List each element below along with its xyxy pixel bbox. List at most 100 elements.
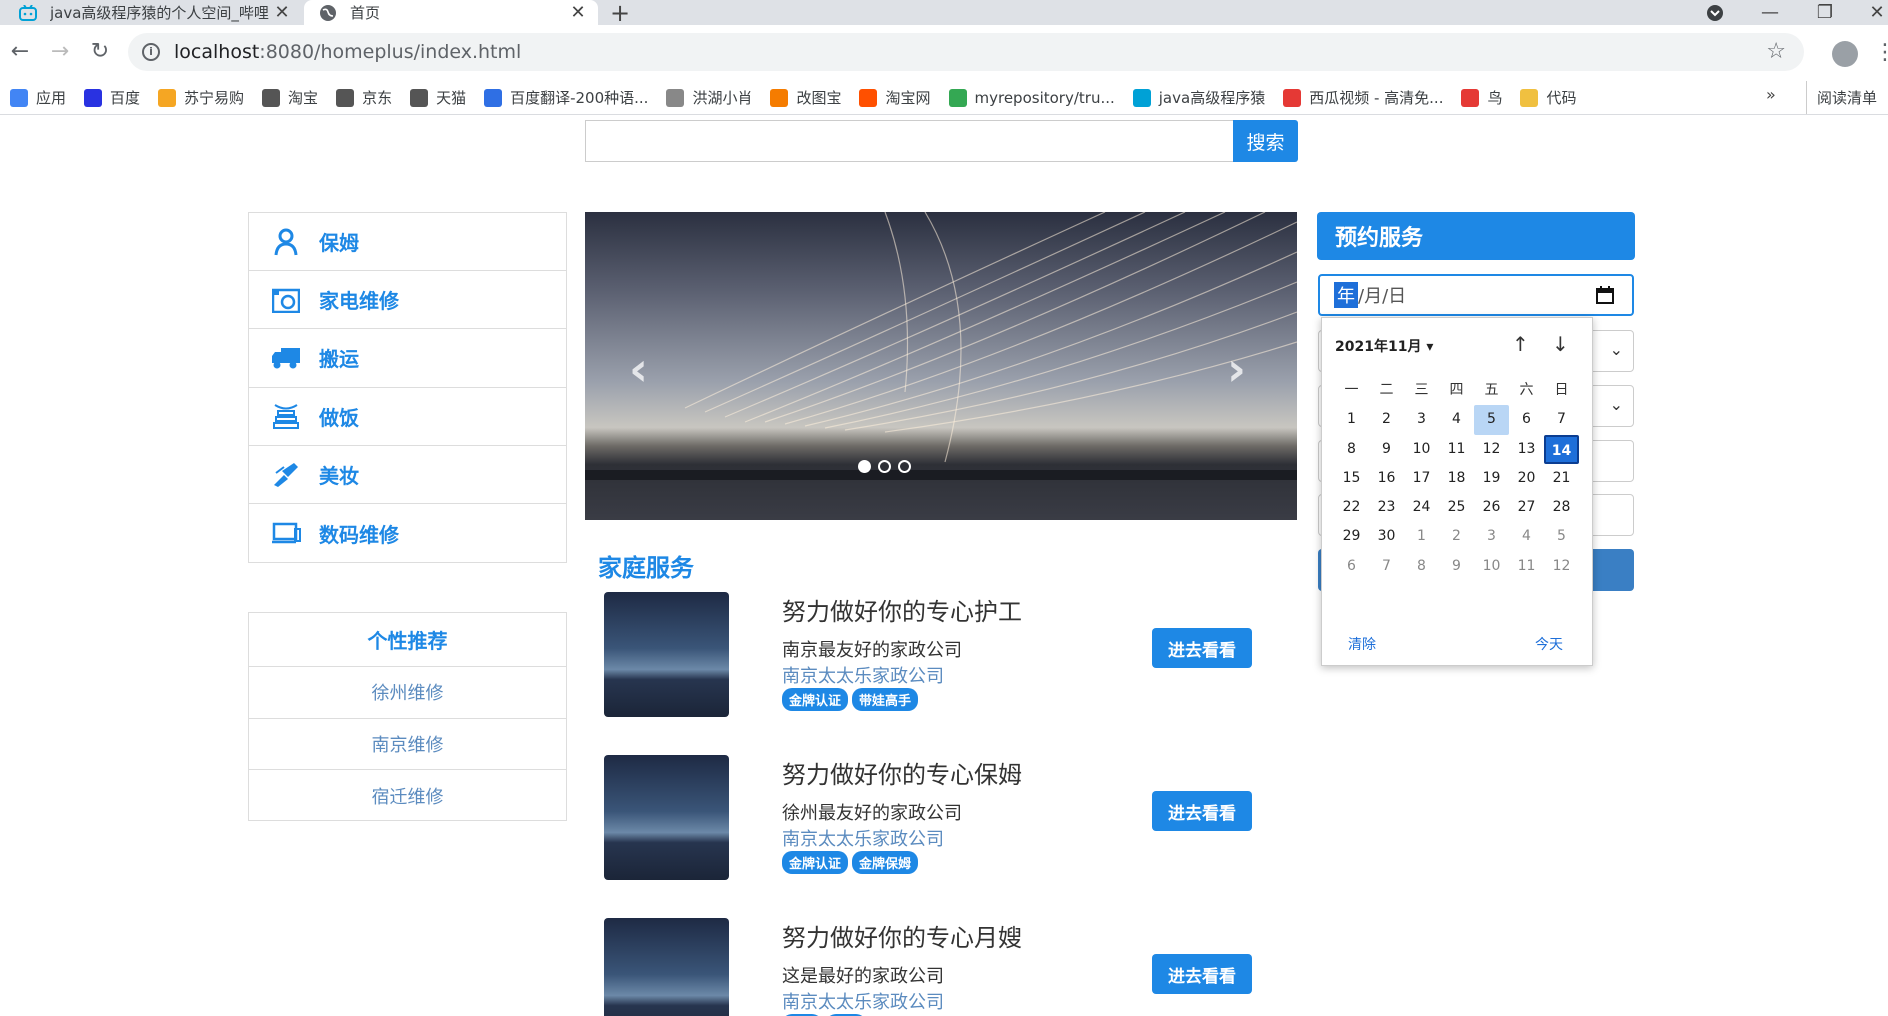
forward-icon[interactable]: → [46,39,74,64]
bookmark-item[interactable]: 改图宝 [770,87,841,108]
calendar-day[interactable]: 12 [1544,552,1579,581]
carousel-prev-icon[interactable]: ‹ [629,342,648,396]
profile-avatar[interactable] [1832,41,1858,67]
arrow-up-icon[interactable]: ↑ [1512,332,1529,356]
calendar-day[interactable]: 10 [1474,552,1509,581]
menu-icon[interactable]: ⋮ [1874,40,1888,65]
recommend-item[interactable]: 徐州维修 [249,667,566,719]
bookmark-item[interactable]: 代码 [1520,87,1577,108]
calendar-day[interactable]: 2 [1369,405,1404,434]
bookmark-item[interactable]: 百度 [84,87,140,108]
bookmark-item[interactable]: myrepository/tru... [948,88,1115,107]
close-icon[interactable]: ✕ [270,2,294,23]
carousel-dot[interactable] [898,460,911,473]
calendar-day[interactable]: 29 [1334,522,1369,551]
carousel-dot[interactable] [878,460,891,473]
window-close-icon[interactable]: ✕ [1862,0,1888,25]
calendar-day[interactable]: 13 [1509,435,1544,464]
category-item-makeup[interactable]: 美妆 [249,446,566,504]
calendar-day[interactable]: 18 [1439,464,1474,493]
bookmark-item[interactable]: 淘宝 [262,87,318,108]
date-input[interactable]: 年/月/日 [1318,274,1634,316]
month-selector[interactable]: 2021年11月 ▾ [1335,336,1433,356]
service-title[interactable]: 努力做好你的专心月嫂 [782,918,1022,953]
calendar-day[interactable]: 25 [1439,493,1474,522]
calendar-day[interactable]: 17 [1404,464,1439,493]
bookmark-item[interactable]: 京东 [336,87,392,108]
calendar-day[interactable]: 12 [1474,435,1509,464]
calendar-day[interactable]: 26 [1474,493,1509,522]
view-button[interactable]: 进去看看 [1152,954,1252,994]
reload-icon[interactable]: ↻ [86,39,114,64]
calendar-day[interactable]: 7 [1369,552,1404,581]
calendar-day[interactable]: 22 [1334,493,1369,522]
service-company-link[interactable]: 南京太太乐家政公司 [782,988,944,1014]
calendar-day[interactable]: 28 [1544,493,1579,522]
service-title[interactable]: 努力做好你的专心护工 [782,592,1022,627]
arrow-down-icon[interactable]: ↓ [1552,332,1569,356]
calendar-day[interactable]: 2 [1439,522,1474,551]
carousel-dot[interactable] [858,460,871,473]
bookmark-item[interactable]: java高级程序猿 [1132,87,1265,108]
reading-list-button[interactable]: 阅读清单 [1806,81,1877,114]
calendar-icon[interactable] [1596,286,1614,304]
minimize-icon[interactable]: — [1755,0,1785,25]
service-company-link[interactable]: 南京太太乐家政公司 [782,825,944,851]
new-tab-button[interactable]: + [610,0,630,27]
carousel-next-icon[interactable]: › [1227,342,1246,396]
calendar-day[interactable]: 5 [1544,522,1579,551]
bookmark-item[interactable]: 西瓜视频 - 高清免... [1283,87,1443,108]
bookmark-star-icon[interactable]: ☆ [1766,39,1786,64]
bookmark-item[interactable]: 苏宁易购 [158,87,244,108]
category-item-appliance[interactable]: 家电维修 [249,271,566,330]
address-bar[interactable]: i localhost:8080/homeplus/index.html ☆ [128,33,1804,71]
calendar-day[interactable]: 7 [1544,405,1579,434]
clear-button[interactable]: 清除 [1348,634,1376,654]
calendar-day[interactable]: 21 [1544,464,1579,493]
category-item-cooking[interactable]: 做饭 [249,388,566,446]
calendar-day[interactable]: 24 [1404,493,1439,522]
recommend-item[interactable]: 宿迁维修 [249,770,566,822]
tab-bilibili[interactable]: java高级程序猿的个人空间_哔哩 ✕ [0,0,302,25]
bookmark-item[interactable]: 百度翻译-200种语... [484,87,648,108]
calendar-day[interactable]: 30 [1369,522,1404,551]
calendar-day[interactable]: 5 [1474,405,1509,435]
calendar-day[interactable]: 10 [1404,435,1439,464]
calendar-day[interactable]: 4 [1439,405,1474,434]
calendar-day[interactable]: 19 [1474,464,1509,493]
tab-home[interactable]: 首页 ✕ [304,0,598,25]
service-thumbnail[interactable] [604,592,729,717]
category-item-nanny[interactable]: 保姆 [249,213,566,272]
close-icon[interactable]: ✕ [566,2,590,23]
calendar-day[interactable]: 11 [1439,435,1474,464]
category-item-digital[interactable]: 数码维修 [249,504,566,562]
bookmark-item[interactable]: 淘宝网 [859,87,931,108]
calendar-day[interactable]: 9 [1369,435,1404,464]
service-thumbnail[interactable] [604,755,729,880]
calendar-day[interactable]: 1 [1404,522,1439,551]
tab-search-icon[interactable] [1700,0,1730,25]
site-info-icon[interactable]: i [142,43,160,61]
date-rest-segment[interactable]: /月/日 [1358,282,1406,308]
calendar-day[interactable]: 11 [1509,552,1544,581]
service-title[interactable]: 努力做好你的专心保姆 [782,755,1022,790]
calendar-day[interactable]: 16 [1369,464,1404,493]
calendar-day[interactable]: 6 [1334,552,1369,581]
search-input[interactable] [585,120,1234,162]
category-item-moving[interactable]: 搬运 [249,329,566,388]
calendar-day[interactable]: 9 [1439,552,1474,581]
view-button[interactable]: 进去看看 [1152,791,1252,831]
recommend-item[interactable]: 南京维修 [249,719,566,770]
calendar-day[interactable]: 4 [1509,522,1544,551]
calendar-day[interactable]: 15 [1334,464,1369,493]
search-button[interactable]: 搜索 [1233,120,1298,162]
calendar-day[interactable]: 23 [1369,493,1404,522]
restore-icon[interactable]: ❐ [1810,0,1840,25]
bookmark-item[interactable]: 洪湖小肖 [666,87,752,108]
bookmarks-more-icon[interactable]: » [1766,85,1776,104]
date-year-segment[interactable]: 年 [1334,282,1358,308]
calendar-day[interactable]: 27 [1509,493,1544,522]
bookmark-item[interactable]: 鸟 [1461,87,1502,108]
view-button[interactable]: 进去看看 [1152,628,1252,668]
calendar-day[interactable]: 8 [1404,552,1439,581]
